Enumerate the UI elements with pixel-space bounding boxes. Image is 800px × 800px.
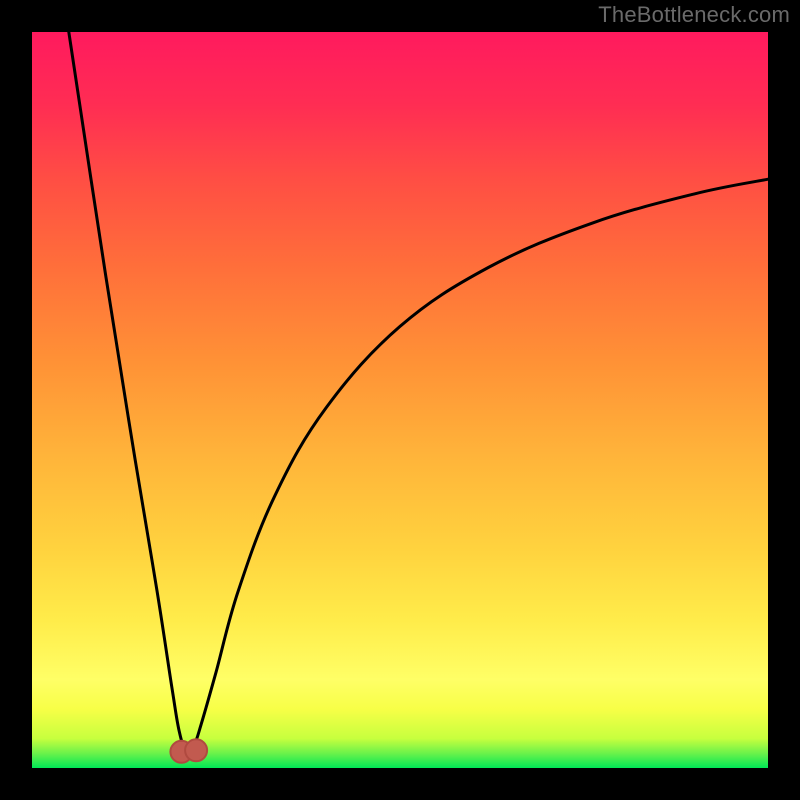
plot-area	[32, 32, 768, 768]
watermark-text: TheBottleneck.com	[598, 2, 790, 28]
min-markers	[170, 739, 207, 763]
min-marker-right	[185, 739, 207, 761]
bottleneck-curve	[69, 32, 768, 754]
outer-frame: TheBottleneck.com	[0, 0, 800, 800]
chart-svg	[32, 32, 768, 768]
